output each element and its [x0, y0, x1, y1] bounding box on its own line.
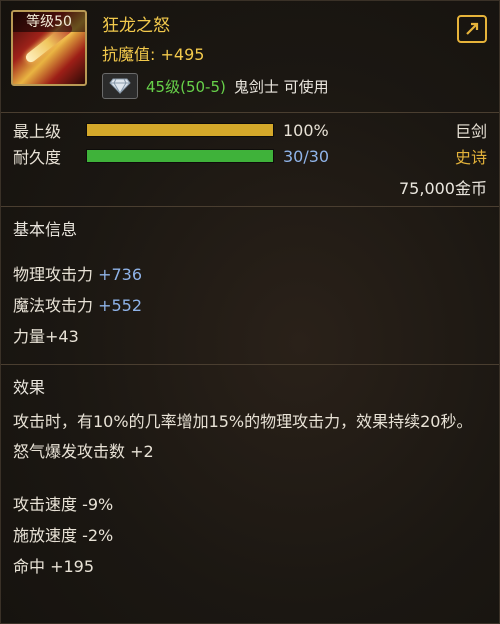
phys-attack-value: +736 — [98, 265, 143, 284]
strength-stat: 力量+43 — [13, 327, 79, 346]
hit-effect: 命中 +195 — [13, 557, 95, 576]
effects-section: 效果 攻击时，有10%的几率增加15%的物理攻击力，效果持续20秒。 怒气爆发攻… — [13, 372, 487, 582]
item-level-badge: 等级50 — [13, 12, 85, 32]
durability-bar-fill — [87, 150, 273, 162]
basic-info-section: 基本信息 物理攻击力 +736 魔法攻击力 +552 力量+43 — [13, 214, 487, 352]
item-header: 等级50 狂龙之怒 抗魔值: +495 45级(50-5) 鬼剑士 可使用 — [1, 1, 499, 111]
magic-resist-stat: 抗魔值: +495 — [102, 45, 205, 64]
cast-speed-effect: 施放速度 -2% — [13, 526, 114, 545]
item-type: 巨剑 — [454, 122, 487, 141]
magic-attack-value: +552 — [98, 296, 143, 315]
rage-effect: 怒气爆发攻击数 +2 — [13, 442, 154, 461]
durability-value: 30/30 — [283, 146, 330, 166]
divider — [1, 206, 499, 207]
grade-bar-fill — [87, 124, 273, 136]
share-export-icon[interactable] — [457, 15, 487, 43]
item-name: 狂龙之怒 — [102, 16, 170, 36]
grade-bar-row: 最上级 100% 巨剑 — [13, 119, 487, 142]
durability-bar-row: 耐久度 30/30 史诗 — [13, 145, 487, 168]
required-class: 鬼剑士 可使用 — [233, 77, 329, 96]
phys-attack-stat: 物理攻击力 +736 — [13, 259, 487, 290]
magic-attack-stat: 魔法攻击力 +552 — [13, 290, 487, 321]
effects-title: 效果 — [13, 378, 46, 397]
grade-label: 最上级 — [13, 122, 62, 141]
diamond-icon — [102, 73, 138, 99]
effect-description: 攻击时，有10%的几率增加15%的物理攻击力，效果持续20秒。 — [13, 412, 473, 431]
durability-label: 耐久度 — [13, 148, 62, 167]
durability-bar — [86, 149, 274, 163]
grade-bar — [86, 123, 274, 137]
item-tooltip: 等级50 狂龙之怒 抗魔值: +495 45级(50-5) 鬼剑士 可使用 最上… — [0, 0, 500, 624]
requirement-line: 45级(50-5) 鬼剑士 可使用 — [102, 73, 329, 99]
grade-value: 100% — [283, 120, 329, 140]
phys-attack-label: 物理攻击力 — [13, 265, 99, 284]
item-rarity: 史诗 — [454, 148, 487, 167]
item-icon[interactable]: 等级50 — [11, 10, 87, 86]
basic-info-title: 基本信息 — [13, 220, 78, 239]
attack-speed-effect: 攻击速度 -9% — [13, 495, 114, 514]
divider — [1, 364, 499, 365]
divider — [1, 112, 499, 113]
item-price: 75,000金币 — [399, 179, 487, 198]
magic-attack-label: 魔法攻击力 — [13, 296, 99, 315]
required-level: 45级(50-5) — [146, 77, 226, 96]
